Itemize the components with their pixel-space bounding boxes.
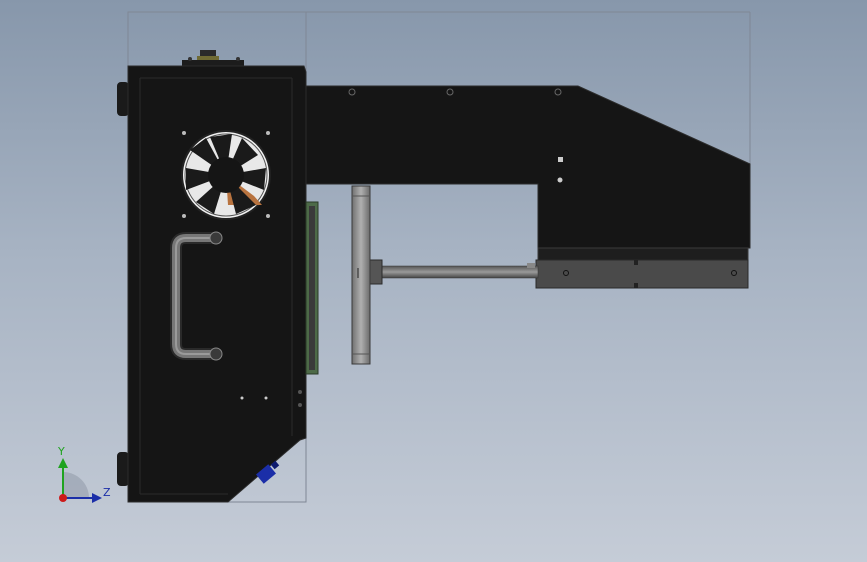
extension-arm[interactable] [305, 85, 751, 249]
graphics-viewport[interactable]: Y Z [0, 0, 867, 562]
vertical-plate[interactable] [351, 185, 371, 365]
screw-icon [264, 396, 268, 400]
top-connector[interactable] [182, 50, 244, 66]
triad-y-label: Y [57, 445, 65, 458]
foot-top[interactable] [117, 82, 129, 116]
slide-rod[interactable] [369, 259, 539, 285]
fan-icon[interactable] [181, 130, 271, 220]
foot-bottom[interactable] [117, 452, 129, 486]
model-view[interactable]: Y Z [0, 0, 867, 562]
arm-bracket[interactable] [535, 247, 749, 289]
coordinate-triad-icon [58, 458, 102, 503]
triad-z-label: Z [103, 486, 111, 499]
screw-icon [240, 396, 244, 400]
